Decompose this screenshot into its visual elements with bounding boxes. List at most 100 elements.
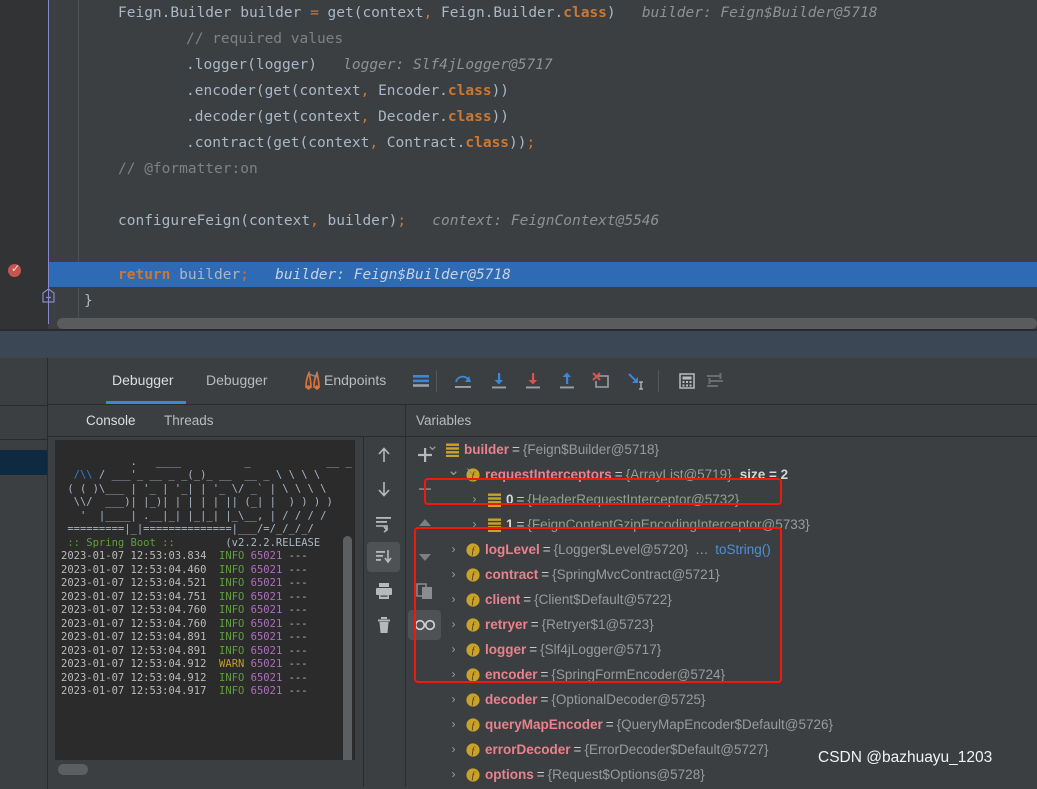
- trash-icon[interactable]: [367, 610, 400, 640]
- settings-lines-icon[interactable]: [702, 368, 728, 394]
- variable-text: 1 = {FeignContentGzipEncodingInterceptor@5…: [506, 512, 810, 537]
- code-token: ;: [240, 267, 249, 283]
- code-token: Encoder.: [369, 83, 448, 99]
- log-timestamp: 2023-01-07 12:53:04.912: [61, 658, 220, 670]
- chevron-right-icon[interactable]: ›: [447, 662, 460, 687]
- variable-row[interactable]: › 0 = {HeaderRequestInterceptor@5732}: [406, 487, 1037, 512]
- variable-value: {Request$Options@5728}: [547, 767, 705, 782]
- tab-debugger[interactable]: Debugger: [206, 372, 268, 388]
- field-icon: f: [465, 562, 481, 587]
- code-line[interactable]: .logger(logger) logger: Slf4jLogger@5717: [186, 52, 553, 78]
- to-string-link[interactable]: toString(): [715, 542, 771, 557]
- chevron-right-icon[interactable]: ›: [468, 512, 481, 537]
- print-icon[interactable]: [367, 576, 400, 606]
- editor-horizontal-scrollbar[interactable]: [57, 318, 1037, 329]
- log-level: INFO: [219, 671, 245, 684]
- log-timestamp: 2023-01-07 12:53:04.917: [61, 685, 220, 697]
- code-line[interactable]: .contract(get(context, Contract.class));: [186, 130, 535, 156]
- inline-debug-hint: logger: Slf4jLogger@5717: [316, 57, 553, 73]
- variable-row[interactable]: › f encoder = {SpringFormEncoder@5724}: [406, 662, 1037, 687]
- code-line[interactable]: Feign.Builder builder = get(context, Fei…: [118, 0, 878, 26]
- console-vertical-scrollbar[interactable]: [343, 536, 352, 760]
- log-level: INFO: [219, 631, 245, 643]
- drop-frame-icon[interactable]: [588, 368, 614, 394]
- toolbar-separator: [436, 370, 437, 392]
- debugger-toolbar[interactable]: Debugger Debugger Endpoints: [48, 358, 1037, 405]
- code-token: Decoder.: [369, 109, 448, 125]
- debug-subtabs[interactable]: ❯ Console Threads Variables: [48, 405, 1037, 484]
- endpoints-icon[interactable]: [300, 368, 326, 394]
- equals-sign: =: [516, 492, 525, 507]
- chevron-right-icon[interactable]: ›: [447, 587, 460, 612]
- console-log-line: 2023-01-07 12:53:03.834 INFO 65021 ---: [61, 550, 355, 564]
- chevron-down-icon[interactable]: ⌄: [426, 437, 439, 462]
- console-output[interactable]: . ____ _ __ _ _ /\\ / ___'_ __ _ _(_)_ _…: [55, 440, 355, 760]
- chevron-right-icon[interactable]: ›: [447, 537, 460, 562]
- evaluate-expression-icon[interactable]: [674, 368, 700, 394]
- variables-tree[interactable]: ⌄ builder = {Feign$Builder@5718} ⌄ f requestIn…: [406, 437, 1037, 787]
- run-to-cursor-icon[interactable]: [622, 368, 648, 394]
- equals-sign: =: [542, 542, 551, 557]
- tab-variables[interactable]: Variables: [416, 413, 471, 428]
- variable-row[interactable]: › 1 = {FeignContentGzipEncodingInterceptor@…: [406, 512, 1037, 537]
- step-into-icon[interactable]: [486, 368, 512, 394]
- variable-row[interactable]: ⌄ builder = {Feign$Builder@5718}: [406, 437, 1037, 462]
- variable-row[interactable]: › f retryer = {Retryer$1@5723}: [406, 612, 1037, 637]
- code-line[interactable]: }: [84, 288, 93, 314]
- field-icon: f: [465, 762, 481, 787]
- code-line[interactable]: return builder; builder: Feign$Builder@5…: [118, 262, 511, 288]
- chevron-right-icon[interactable]: ›: [447, 687, 460, 712]
- log-pid: 65021: [244, 604, 283, 616]
- chevron-right-icon[interactable]: ›: [447, 562, 460, 587]
- code-line[interactable]: // required values: [186, 26, 343, 52]
- force-step-into-icon[interactable]: [520, 368, 546, 394]
- code-line[interactable]: .encoder(get(context, Encoder.class)): [186, 78, 509, 104]
- variable-name: builder: [464, 442, 510, 457]
- chevron-right-icon[interactable]: ›: [447, 712, 460, 737]
- breakpoint-icon[interactable]: ✓: [8, 264, 21, 277]
- code-editor[interactable]: Feign.Builder builder = get(context, Fei…: [0, 0, 1037, 338]
- log-tail: ---: [282, 550, 308, 562]
- chevron-right-icon[interactable]: ›: [468, 487, 481, 512]
- step-over-icon[interactable]: [450, 368, 476, 394]
- array-icon: [486, 512, 502, 537]
- layout-lines-icon[interactable]: [408, 368, 434, 394]
- variable-row[interactable]: ⌄ f requestInterceptors = {ArrayList@5719} si…: [406, 462, 1037, 487]
- variable-text: requestInterceptors = {ArrayList@5719} size…: [485, 462, 788, 487]
- chevron-right-icon[interactable]: ›: [447, 637, 460, 662]
- left-sidebar-highlight-row[interactable]: [0, 450, 48, 475]
- variable-text: client = {Client$Default@5722}: [485, 587, 672, 612]
- variable-text: decoder = {OptionalDecoder@5725}: [485, 687, 706, 712]
- variable-row[interactable]: › f decoder = {OptionalDecoder@5725}: [406, 687, 1037, 712]
- arrow-up-icon[interactable]: [367, 440, 400, 470]
- code-line[interactable]: configureFeign(context, builder); contex…: [118, 208, 659, 234]
- chevron-down-icon[interactable]: ⌄: [447, 462, 460, 487]
- arrow-down-icon[interactable]: [367, 474, 400, 504]
- tab-threads[interactable]: Threads: [164, 413, 214, 428]
- debug-tool-window[interactable]: Debugger Debugger Endpoints Console Thre…: [48, 358, 1037, 789]
- tab-console[interactable]: Console: [86, 413, 136, 428]
- chevron-right-icon[interactable]: ›: [447, 762, 460, 787]
- chevron-right-icon[interactable]: ›: [447, 612, 460, 637]
- variable-row[interactable]: › f queryMapEncoder = {QueryMapEncoder$Defau…: [406, 712, 1037, 737]
- code-line[interactable]: // @formatter:on: [118, 156, 258, 182]
- chevron-right-icon[interactable]: ›: [447, 737, 460, 762]
- variable-row[interactable]: › f client = {Client$Default@5722}: [406, 587, 1037, 612]
- fold-marker-icon[interactable]: [41, 288, 56, 305]
- step-out-icon[interactable]: [554, 368, 580, 394]
- variable-row[interactable]: › f contract = {SpringMvcContract@5721}: [406, 562, 1037, 587]
- equals-sign: =: [523, 592, 532, 607]
- return-to-frame-icon[interactable]: [367, 508, 400, 538]
- code-line[interactable]: .decoder(get(context, Decoder.class)): [186, 104, 509, 130]
- tab-debugger[interactable]: Debugger: [112, 372, 174, 388]
- divider: [0, 439, 48, 440]
- debug-frame-actions-column[interactable]: [367, 440, 400, 760]
- console-horizontal-scrollbar[interactable]: [58, 764, 88, 775]
- variable-row[interactable]: › f logLevel = {Logger$Level@5720} … toStrin…: [406, 537, 1037, 562]
- sort-down-icon[interactable]: [367, 542, 400, 572]
- variable-row[interactable]: › f logger = {Slf4jLogger@5717}: [406, 637, 1037, 662]
- variable-text: logger = {Slf4jLogger@5717}: [485, 637, 661, 662]
- left-sidebar-strip-top: [0, 358, 48, 406]
- tab-endpoints-label[interactable]: Endpoints: [324, 372, 386, 388]
- variable-value: {Client$Default@5722}: [534, 592, 672, 607]
